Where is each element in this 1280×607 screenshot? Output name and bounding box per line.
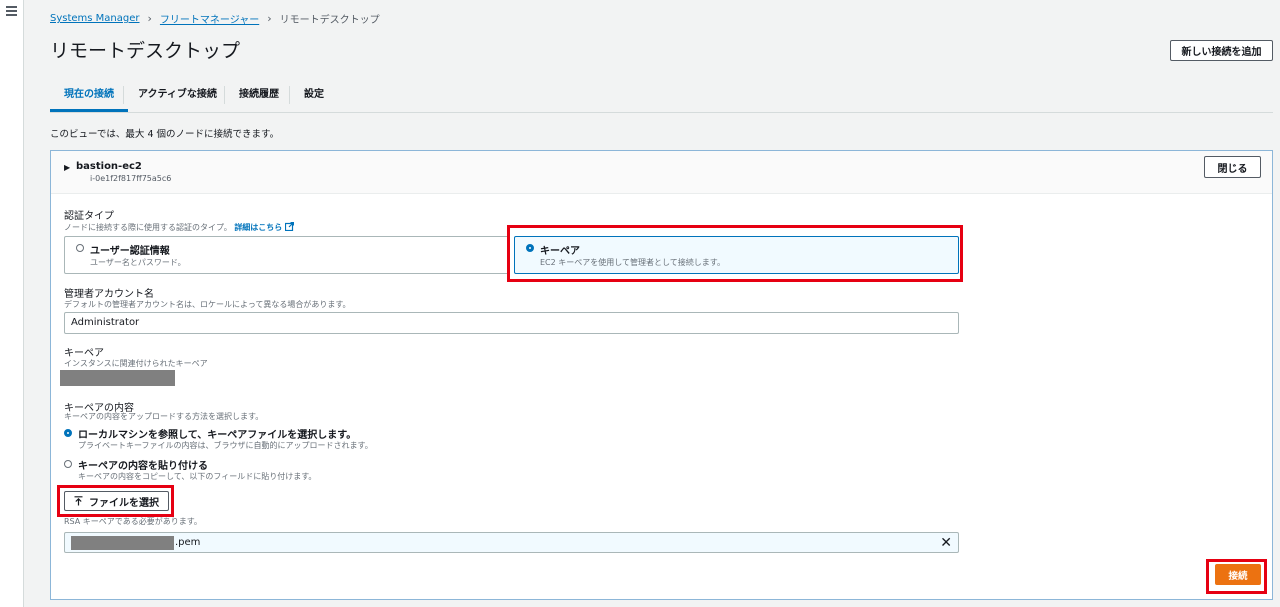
- keypair-value-redacted: [60, 370, 175, 386]
- radio-browse-local[interactable]: [64, 429, 72, 437]
- upload-icon: [74, 496, 83, 506]
- choose-file-label: ファイルを選択: [89, 497, 159, 509]
- browse-local-desc: プライベートキーファイルの内容は、ブラウザに自動的にアップロードされます。: [78, 441, 373, 450]
- node-instance-id: i-0e1f2f817ff75a5c6: [90, 174, 172, 183]
- details-link[interactable]: 詳細はこちら: [234, 223, 282, 232]
- side-navigation-rail: [0, 0, 24, 607]
- rsa-hint: RSA キーペアである必要があります。: [64, 517, 202, 526]
- tab-bar: 現在の接続 アクティブな接続 接続履歴 設定: [50, 84, 1273, 113]
- close-button[interactable]: 閉じる: [1204, 156, 1261, 178]
- file-extension: .pem: [175, 537, 201, 548]
- add-connection-button[interactable]: 新しい接続を追加: [1170, 40, 1273, 61]
- tab-connection-history[interactable]: 接続履歴: [225, 84, 293, 106]
- keypair-option-title: キーペア: [540, 246, 580, 257]
- auth-option-user-credentials[interactable]: ユーザー認証情報 ユーザー名とパスワード。: [64, 236, 509, 274]
- admin-account-description: デフォルトの管理者アカウント名は、ロケールによって異なる場合があります。: [64, 300, 351, 309]
- node-name: bastion-ec2: [76, 161, 142, 172]
- radio-user-credentials[interactable]: [76, 244, 84, 252]
- radio-keypair[interactable]: [526, 244, 534, 252]
- admin-account-label: 管理者アカウント名: [64, 289, 154, 300]
- keypair-label: キーペア: [64, 348, 104, 359]
- chevron-right-icon: ›: [267, 12, 272, 25]
- browse-local-title[interactable]: ローカルマシンを参照して、キーペアファイルを選択します。: [78, 426, 356, 441]
- external-link-icon[interactable]: [284, 221, 294, 232]
- auth-type-description-text: ノードに接続する際に使用する認証のタイプ。: [64, 223, 232, 232]
- keypair-description: インスタンスに関連付けられたキーペア: [64, 359, 208, 368]
- keypair-file-field[interactable]: .pem ✕: [64, 532, 959, 553]
- breadcrumb-fleet-manager[interactable]: フリートマネージャー: [160, 11, 259, 26]
- breadcrumb: Systems Manager › フリートマネージャー › リモートデスクトッ…: [50, 11, 380, 26]
- user-credentials-desc: ユーザー名とパスワード。: [90, 258, 186, 267]
- connection-panel: ▶ bastion-ec2 i-0e1f2f817ff75a5c6 閉じる 認証…: [50, 150, 1273, 600]
- choose-file-button[interactable]: ファイルを選択: [64, 491, 169, 511]
- breadcrumb-systems-manager[interactable]: Systems Manager: [50, 13, 140, 24]
- admin-account-input[interactable]: Administrator: [64, 312, 959, 334]
- user-credentials-title: ユーザー認証情報: [90, 246, 170, 257]
- auth-type-description: ノードに接続する際に使用する認証のタイプ。 詳細はこちら: [64, 221, 294, 233]
- page-title: リモートデスクトップ: [50, 40, 241, 62]
- hamburger-menu-icon[interactable]: [6, 6, 17, 18]
- clear-icon[interactable]: ✕: [940, 535, 952, 551]
- keypair-content-description: キーペアの内容をアップロードする方法を選択します。: [64, 412, 264, 421]
- connect-button[interactable]: 接続: [1215, 564, 1261, 585]
- file-name-redacted: [71, 536, 174, 550]
- chevron-right-icon: ›: [147, 12, 152, 25]
- keypair-option-desc: EC2 キーペアを使用して管理者として接続します。: [540, 258, 725, 267]
- tab-active-connections[interactable]: アクティブな接続: [124, 84, 231, 106]
- auth-option-keypair[interactable]: キーペア EC2 キーペアを使用して管理者として接続します。: [514, 236, 959, 274]
- paste-content-title[interactable]: キーペアの内容を貼り付ける: [78, 457, 208, 472]
- radio-paste-content[interactable]: [64, 460, 72, 468]
- tab-settings[interactable]: 設定: [290, 84, 338, 106]
- breadcrumb-current: リモートデスクトップ: [279, 15, 380, 26]
- tab-current-connections[interactable]: 現在の接続: [50, 84, 128, 112]
- max-nodes-info: このビューでは、最大 4 個のノードに接続できます。: [50, 129, 280, 140]
- auth-type-label: 認証タイプ: [64, 211, 114, 222]
- paste-content-desc: キーペアの内容をコピーして、以下のフィールドに貼り付けます。: [78, 472, 317, 481]
- panel-header: ▶ bastion-ec2 i-0e1f2f817ff75a5c6 閉じる: [51, 151, 1272, 194]
- expand-triangle-icon[interactable]: ▶: [64, 163, 70, 172]
